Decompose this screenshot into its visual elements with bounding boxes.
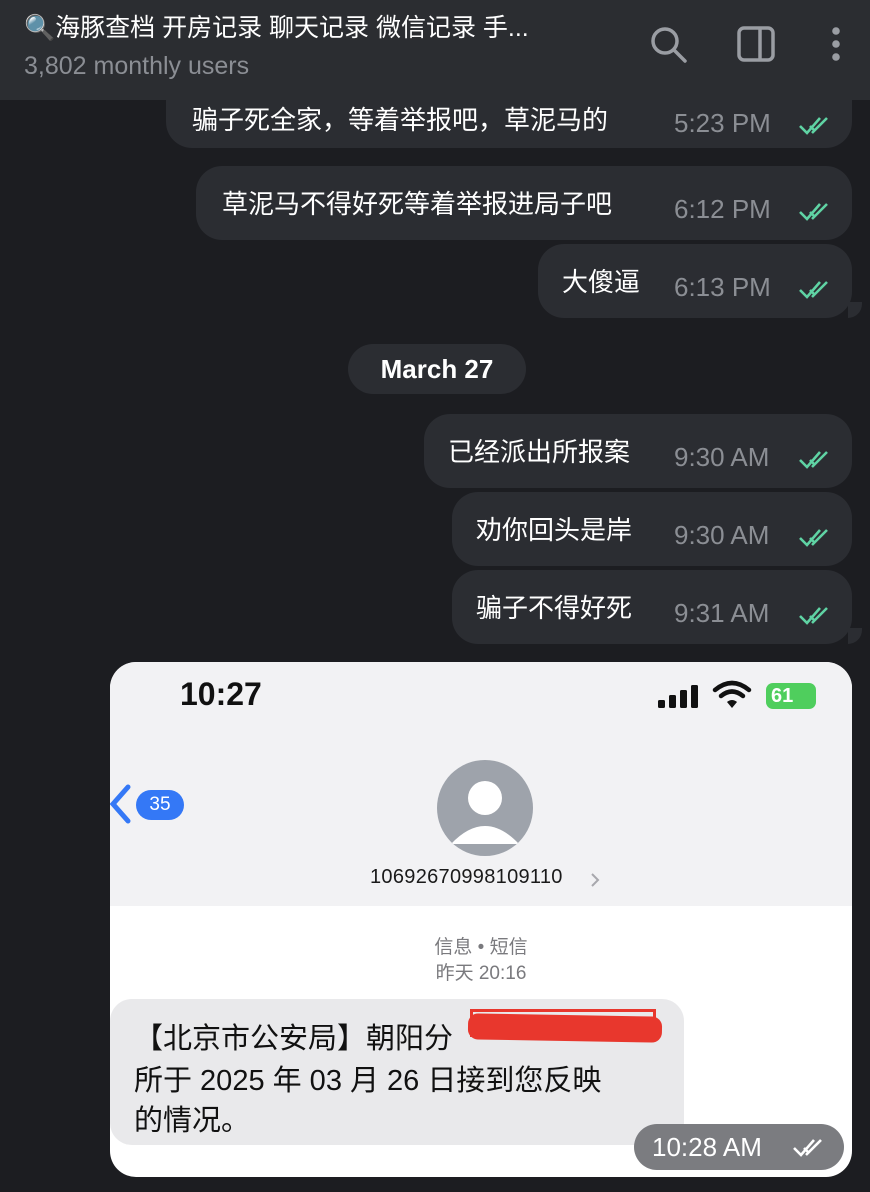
chevron-right-icon <box>591 873 600 887</box>
back-chevron-icon[interactable] <box>110 784 132 824</box>
sidebar-toggle-icon[interactable] <box>736 24 776 64</box>
date-separator: March 27 <box>348 344 526 394</box>
contact-avatar <box>437 760 533 856</box>
message-received-time: 昨天 20:16 <box>435 963 527 984</box>
message-text: 骗子死全家，等着举报吧，草泥马的 <box>192 105 609 135</box>
double-check-icon <box>799 607 828 625</box>
photo-message[interactable]: 10:27 61 35 10692670998109110 信息 • 短信 昨天… <box>110 662 852 1177</box>
message-time: 9:30 AM <box>674 520 770 550</box>
double-check-icon <box>799 203 828 221</box>
message-bubble[interactable]: 大傻逼 6:13 PM <box>538 244 852 318</box>
message-text: 劝你回头是岸 <box>476 515 633 545</box>
message-time: 9:30 AM <box>674 442 770 472</box>
message-bubble[interactable]: 已经派出所报案 9:30 AM <box>424 414 852 488</box>
double-check-icon <box>799 529 828 547</box>
chat-subtitle: 3,802 monthly users <box>24 52 250 80</box>
message-bubble[interactable]: 草泥马不得好死等着举报进局子吧 6:12 PM <box>196 166 852 240</box>
chat-title[interactable]: 🔍海豚查档 开房记录 聊天记录 微信记录 手... <box>24 8 614 44</box>
message-text: 骗子不得好死 <box>476 593 633 623</box>
message-time: 5:23 PM <box>674 108 771 138</box>
sender-number[interactable]: 10692670998109110 <box>370 866 563 889</box>
message-text: 草泥马不得好死等着举报进局子吧 <box>222 189 613 219</box>
sms-bubble: 【北京市公安局】朝阳分 所于 2025 年 03 月 26 日接到您反映 的情况… <box>110 999 684 1145</box>
message-time: 6:12 PM <box>674 194 771 224</box>
message-time: 6:13 PM <box>674 272 771 302</box>
sms-header: 10:27 61 35 10692670998109110 <box>110 662 852 906</box>
signal-icon <box>658 685 698 708</box>
person-icon <box>451 781 519 844</box>
message-type-label: 信息 • 短信 <box>434 937 528 958</box>
sms-text-line: 【北京市公安局】朝阳分 <box>134 1023 454 1055</box>
search-icon[interactable] <box>648 24 688 64</box>
wifi-icon <box>712 680 752 708</box>
double-check-icon <box>799 451 828 469</box>
photo-timestamp: 10:28 AM <box>634 1124 844 1170</box>
double-check-icon <box>793 1139 822 1157</box>
double-check-icon <box>799 281 828 299</box>
bubble-tail <box>848 628 862 644</box>
redaction-box <box>470 1009 656 1037</box>
chat-header[interactable]: 🔍海豚查档 开房记录 聊天记录 微信记录 手... 3,802 monthly … <box>0 0 870 100</box>
more-options-icon[interactable] <box>816 24 856 64</box>
double-check-icon <box>799 117 828 135</box>
sms-text-line: 的情况。 <box>134 1105 251 1137</box>
bubble-tail <box>848 302 862 318</box>
sms-text-line: 所于 2025 年 03 月 26 日接到您反映 <box>134 1065 602 1097</box>
message-time: 9:31 AM <box>674 598 770 628</box>
message-bubble[interactable]: 劝你回头是岸 9:30 AM <box>452 492 852 566</box>
chat-view: 🔍海豚查档 开房记录 聊天记录 微信记录 手... 3,802 monthly … <box>0 0 870 1192</box>
photo-time: 10:28 AM <box>652 1132 762 1162</box>
status-clock: 10:27 <box>180 676 262 712</box>
message-text: 已经派出所报案 <box>448 437 631 467</box>
unread-count-badge[interactable]: 35 <box>136 790 184 820</box>
message-bubble[interactable]: 骗子不得好死 9:31 AM <box>452 570 852 644</box>
battery-indicator: 61 <box>766 683 816 709</box>
message-text: 大傻逼 <box>562 267 641 297</box>
